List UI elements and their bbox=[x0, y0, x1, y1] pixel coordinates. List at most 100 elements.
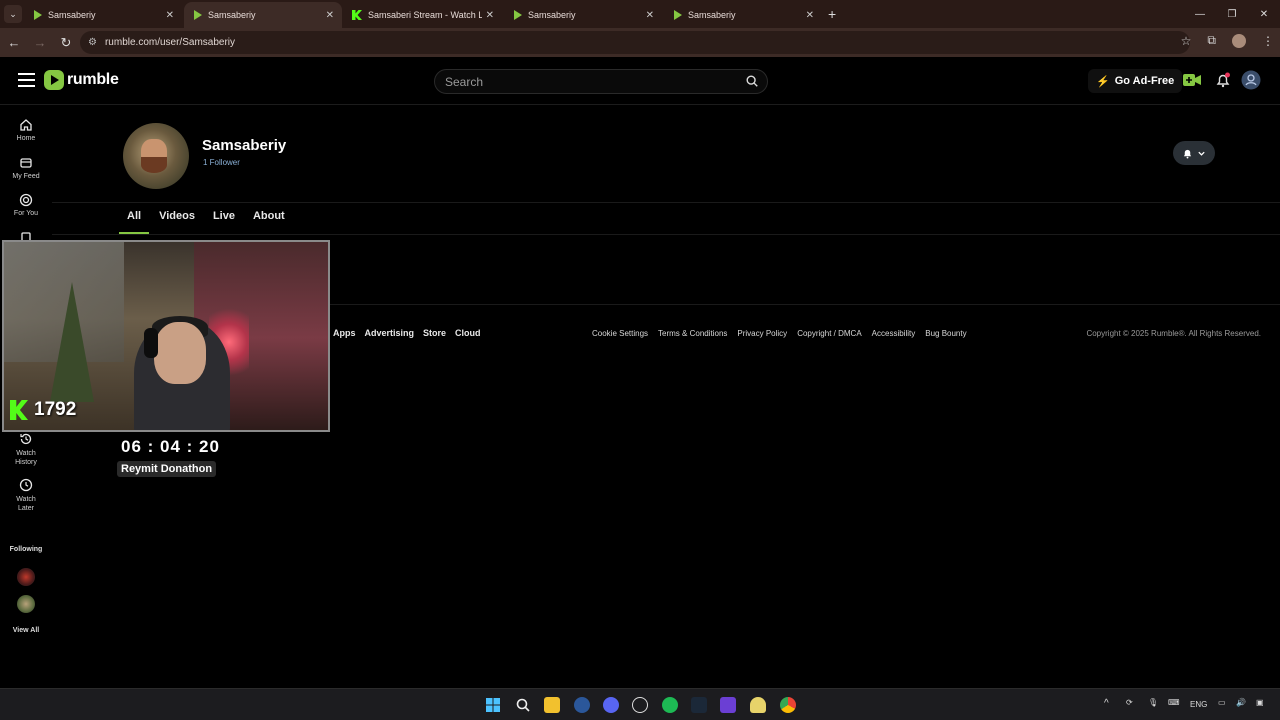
obs-icon[interactable] bbox=[632, 697, 648, 713]
notifications-bell-icon[interactable] bbox=[1215, 72, 1231, 88]
windows-taskbar: ^ ⟳ 🎙 ⌨ ENG ▭ 🔊 ▣ bbox=[0, 688, 1280, 720]
window-controls: — ❐ ✕ bbox=[1184, 0, 1280, 28]
channel-name: Samsaberiy bbox=[202, 137, 287, 154]
browser-toolbar: ← → ↻ ⚙ rumble.com/user/Samsaberiy ☆ ⧉ ⋮ bbox=[0, 28, 1280, 57]
home-icon bbox=[20, 119, 32, 131]
reload-icon[interactable]: ↻ bbox=[54, 35, 78, 51]
volume-icon[interactable]: 🔊 bbox=[1236, 698, 1246, 707]
following-heading: Following bbox=[9, 546, 43, 553]
sync-icon[interactable]: ⟳ bbox=[1126, 698, 1133, 707]
channel-tabs: All Videos Live About bbox=[118, 210, 294, 234]
rumble-logo[interactable]: rumble bbox=[44, 70, 119, 90]
following-channel-avatar[interactable] bbox=[17, 595, 35, 613]
restore-icon[interactable]: ❐ bbox=[1216, 0, 1248, 28]
browser-tab[interactable]: Samsaberiy ✕ bbox=[504, 2, 662, 28]
app-r-icon[interactable] bbox=[720, 697, 736, 713]
windows-start-icon[interactable] bbox=[485, 697, 501, 713]
legal-link-privacy[interactable]: Privacy Policy bbox=[737, 329, 787, 338]
sidebar-item-my-feed[interactable]: My Feed bbox=[0, 156, 52, 180]
tab-all[interactable]: All bbox=[118, 210, 150, 234]
file-explorer-icon[interactable] bbox=[544, 697, 560, 713]
legal-link-bug-bounty[interactable]: Bug Bounty bbox=[925, 329, 966, 338]
legal-link-accessibility[interactable]: Accessibility bbox=[872, 329, 916, 338]
back-icon[interactable]: ← bbox=[2, 35, 26, 50]
language-indicator[interactable]: ENG bbox=[1190, 700, 1207, 709]
kick-logo-icon bbox=[10, 400, 28, 420]
browser-tab[interactable]: Samsaberi Stream - Watch Live ✕ bbox=[344, 2, 502, 28]
app-character-icon[interactable] bbox=[750, 697, 766, 713]
browser-menu-icon[interactable]: ⋮ bbox=[1262, 34, 1274, 48]
search-input[interactable]: Search bbox=[434, 69, 768, 94]
taskbar-search-icon[interactable] bbox=[515, 697, 531, 713]
chevron-down-icon bbox=[1198, 151, 1205, 156]
close-window-icon[interactable]: ✕ bbox=[1248, 0, 1280, 28]
notification-center-icon[interactable]: ▣ bbox=[1256, 698, 1264, 707]
steam-icon[interactable] bbox=[691, 697, 707, 713]
footer-link-store[interactable]: Store bbox=[423, 328, 446, 338]
webcam-overlay: 1792 bbox=[2, 240, 330, 432]
chrome-icon[interactable] bbox=[780, 697, 796, 713]
profile-avatar[interactable] bbox=[1232, 33, 1246, 48]
channel-avatar[interactable] bbox=[123, 123, 189, 189]
site-header: rumble Search ⚡ Go Ad-Free bbox=[0, 57, 1280, 105]
following-channel-avatar[interactable] bbox=[17, 568, 35, 586]
close-tab-icon[interactable]: ✕ bbox=[486, 10, 494, 21]
close-tab-icon[interactable]: ✕ bbox=[806, 10, 814, 21]
keyboard-icon[interactable]: ⌨ bbox=[1168, 698, 1180, 707]
close-tab-icon[interactable]: ✕ bbox=[646, 10, 654, 21]
kick-count: 1792 bbox=[34, 399, 77, 420]
word-icon[interactable] bbox=[574, 697, 590, 713]
notification-preference-button[interactable] bbox=[1173, 141, 1215, 165]
rumble-favicon bbox=[514, 10, 522, 20]
rumble-favicon bbox=[34, 10, 42, 20]
close-tab-icon[interactable]: ✕ bbox=[326, 10, 334, 21]
extensions-icon[interactable]: ⧉ bbox=[1207, 33, 1216, 48]
close-tab-icon[interactable]: ✕ bbox=[166, 10, 174, 21]
headset bbox=[144, 328, 158, 358]
divider bbox=[52, 234, 1280, 235]
spotify-icon[interactable] bbox=[662, 697, 678, 713]
view-all-link[interactable]: View All bbox=[0, 627, 52, 634]
tab-title: Samsaberiy bbox=[688, 10, 736, 20]
tray-chevron-icon[interactable]: ^ bbox=[1104, 698, 1109, 709]
network-icon[interactable]: ▭ bbox=[1218, 698, 1226, 707]
url-text: rumble.com/user/Samsaberiy bbox=[104, 37, 236, 48]
tab-about[interactable]: About bbox=[244, 210, 294, 234]
browser-tab[interactable]: Samsaberiy ✕ bbox=[664, 2, 822, 28]
browser-tab-strip: ⌄ Samsaberiy ✕ Samsaberiy ✕ Samsaberi St… bbox=[0, 0, 1280, 28]
history-icon bbox=[20, 433, 32, 445]
sidebar-item-watch-later[interactable]: Watch Later bbox=[0, 478, 52, 513]
sidebar-item-label: My Feed bbox=[12, 173, 40, 180]
footer-link-apps[interactable]: Apps bbox=[333, 328, 356, 338]
user-account-icon[interactable] bbox=[1241, 70, 1261, 90]
microphone-icon[interactable]: 🎙 bbox=[1148, 698, 1158, 707]
search-icon[interactable] bbox=[745, 74, 759, 88]
hamburger-menu-icon[interactable] bbox=[18, 73, 35, 91]
legal-link-cookie-settings[interactable]: Cookie Settings bbox=[592, 329, 648, 338]
new-tab-button[interactable]: + bbox=[828, 6, 836, 22]
legal-link-copyright-dmca[interactable]: Copyright / DMCA bbox=[797, 329, 861, 338]
footer-link-cloud[interactable]: Cloud bbox=[455, 328, 481, 338]
tab-search-button[interactable]: ⌄ bbox=[4, 5, 22, 23]
rumble-favicon bbox=[674, 10, 682, 20]
tab-live[interactable]: Live bbox=[204, 210, 244, 234]
sidebar-item-for-you[interactable]: For You bbox=[0, 193, 52, 217]
footer-link-advertising[interactable]: Advertising bbox=[365, 328, 415, 338]
forward-icon[interactable]: → bbox=[28, 35, 52, 50]
christmas-tree bbox=[50, 282, 94, 402]
bookmark-star-icon[interactable]: ☆ bbox=[1181, 34, 1192, 48]
browser-tab[interactable]: Samsaberiy ✕ bbox=[24, 2, 182, 28]
sidebar-item-watch-history[interactable]: Watch History bbox=[0, 432, 52, 467]
sidebar-item-home[interactable]: Home bbox=[0, 118, 52, 142]
minimize-icon[interactable]: — bbox=[1184, 0, 1216, 28]
legal-link-terms[interactable]: Terms & Conditions bbox=[658, 329, 727, 338]
browser-tab-active[interactable]: Samsaberiy ✕ bbox=[184, 2, 342, 28]
discord-icon[interactable] bbox=[603, 697, 619, 713]
address-bar[interactable]: ⚙ rumble.com/user/Samsaberiy bbox=[80, 31, 1190, 54]
site-info-icon[interactable]: ⚙ bbox=[88, 37, 97, 48]
tab-title: Samsaberiy bbox=[528, 10, 576, 20]
go-ad-free-button[interactable]: ⚡ Go Ad-Free bbox=[1088, 69, 1183, 93]
upload-video-icon[interactable] bbox=[1182, 72, 1202, 88]
follower-count: 1 Follower bbox=[203, 158, 240, 167]
tab-videos[interactable]: Videos bbox=[150, 210, 204, 234]
